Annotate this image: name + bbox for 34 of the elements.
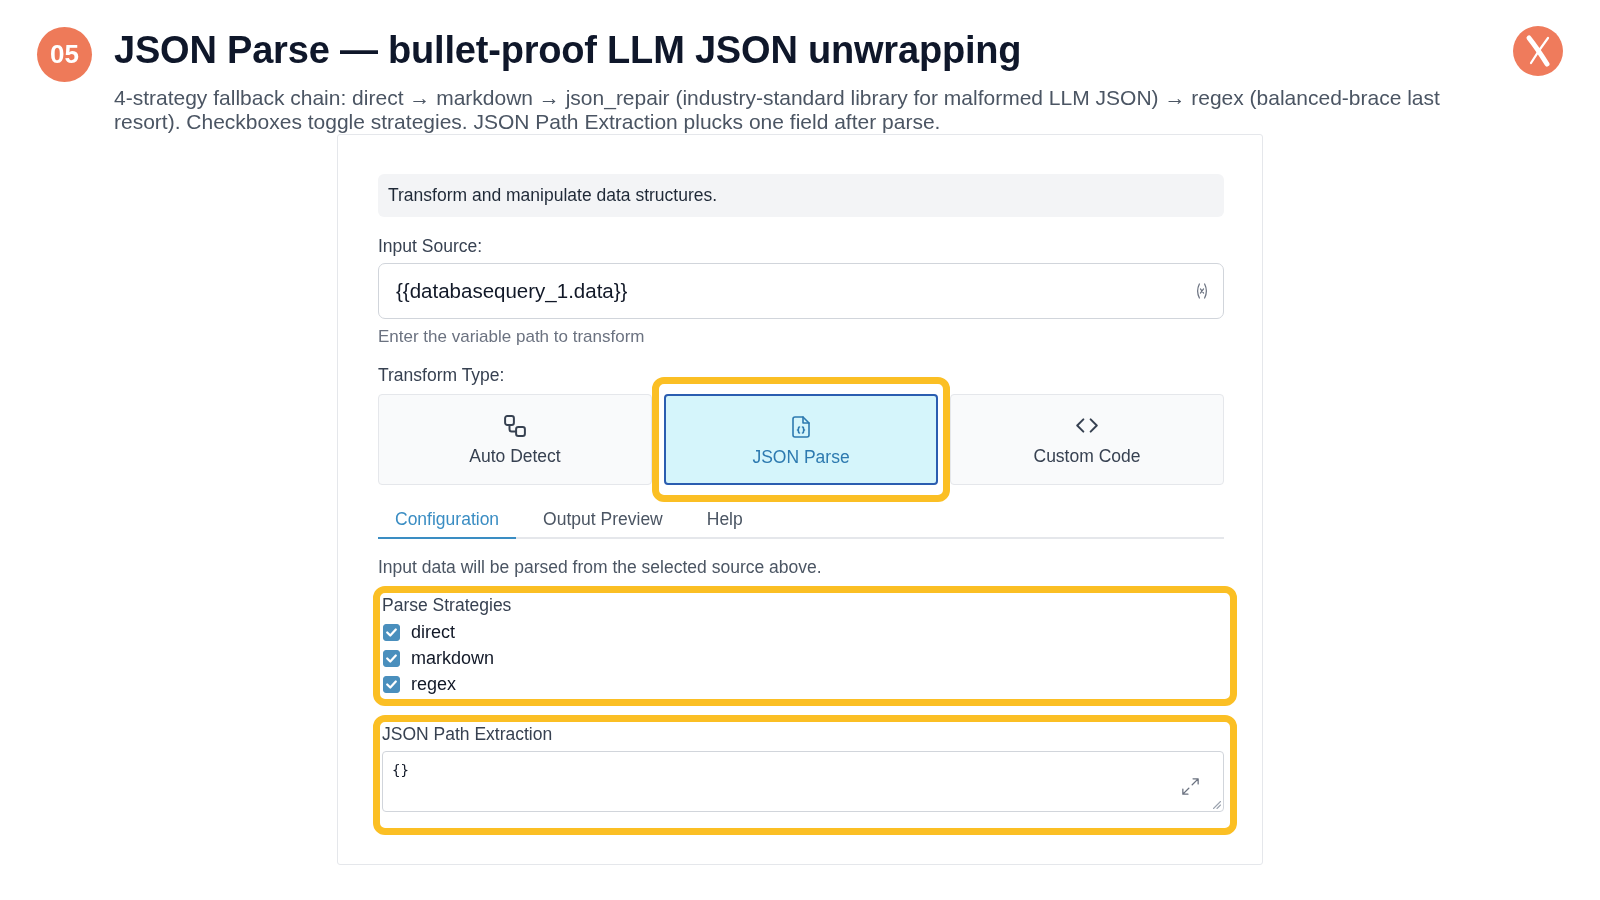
code-icon bbox=[1076, 418, 1098, 433]
linked-squares-icon bbox=[504, 415, 526, 437]
checkbox-label[interactable]: direct bbox=[411, 621, 455, 643]
transform-type-option[interactable]: Auto Detect bbox=[378, 394, 652, 485]
clear-icon[interactable] bbox=[1195, 282, 1209, 300]
resize-handle-icon[interactable] bbox=[1213, 801, 1221, 809]
tab[interactable]: Output Preview bbox=[526, 504, 680, 539]
json-path-field[interactable]: {} bbox=[382, 751, 1224, 812]
field-label: Transform Type: bbox=[378, 365, 506, 385]
tab[interactable]: Help bbox=[689, 504, 760, 539]
config-note: Input data will be parsed from the selected source above. bbox=[378, 557, 823, 577]
step-badge: 05 bbox=[37, 27, 92, 82]
checkbox-label[interactable]: markdown bbox=[411, 647, 495, 669]
section-label: JSON Path Extraction bbox=[382, 724, 554, 744]
slide-subtitle: 4-strategy fallback chain: direct → markdown → json_repair (industry-standard library for malformed LLM JSON) → regex (balanced-brace last resort). Checkboxes toggle strategies. JSON Path Extraction plucks one field after parse. bbox=[114, 86, 1441, 134]
checkbox[interactable] bbox=[383, 623, 400, 641]
field-hint: Enter the variable path to transform bbox=[378, 327, 646, 347]
checkmark-icon bbox=[386, 679, 397, 689]
input-source-field[interactable]: {{databasequery_1.data}} bbox=[378, 263, 1224, 319]
checkbox-label[interactable]: regex bbox=[411, 673, 457, 695]
description-banner: Transform and manipulate data structures. bbox=[378, 174, 1224, 217]
tab[interactable]: Configuration bbox=[378, 504, 517, 539]
logo-icon bbox=[1513, 26, 1563, 76]
file-code-icon bbox=[790, 416, 812, 438]
section-label: Parse Strategies bbox=[382, 595, 513, 615]
checkbox[interactable] bbox=[383, 675, 400, 693]
transform-type-option[interactable]: JSON Parse bbox=[664, 394, 938, 485]
expand-icon[interactable] bbox=[1182, 778, 1199, 795]
checkmark-icon bbox=[386, 627, 397, 637]
field-label: Input Source: bbox=[378, 236, 484, 256]
slide-title: JSON Parse — bullet-proof LLM JSON unwrapping bbox=[114, 28, 1023, 73]
transform-type-option[interactable]: Custom Code bbox=[950, 394, 1224, 485]
checkmark-icon bbox=[386, 653, 397, 663]
checkbox[interactable] bbox=[383, 649, 400, 667]
